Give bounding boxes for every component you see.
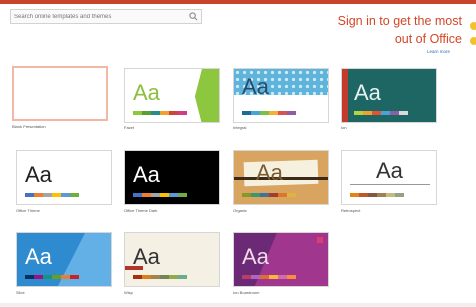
color-swatches [25,275,79,279]
thumbnail-text: Aa [133,244,160,269]
template-caption: Ion [341,125,347,130]
sign-in-line-2[interactable]: out of Office [302,30,462,48]
color-swatches [133,193,187,197]
template-caption: Blank Presentation [12,124,46,129]
decorative-graphic [468,22,476,48]
color-swatches [133,275,187,279]
template-office-theme-dark[interactable]: Aa [124,150,220,205]
template-caption: Slice [16,290,25,295]
color-swatches [242,275,296,279]
thumbnail-text: Aa [376,158,403,183]
template-blank-presentation[interactable] [12,66,108,121]
template-slice[interactable]: Aa [16,232,112,287]
template-integral[interactable]: Aa [233,68,329,123]
template-caption: Office Theme [16,208,40,213]
color-swatches [133,111,187,115]
color-swatches [242,111,296,115]
thumbnail-text: Aa [25,162,52,187]
template-caption: Integral [233,125,247,130]
template-retrospect[interactable]: Aa [341,150,437,205]
template-search-box[interactable] [10,9,202,24]
color-swatches [350,193,404,197]
thumbnail-text: Aa [256,160,283,185]
template-ion-boardroom[interactable]: Aa [233,232,329,287]
color-swatches [354,111,408,115]
template-wisp[interactable]: Aa [124,232,220,287]
template-office-theme[interactable]: Aa [16,150,112,205]
top-accent-bar [0,0,476,4]
search-input[interactable] [14,11,186,22]
template-caption: Facet [124,125,135,130]
color-swatches [242,193,296,197]
template-organic[interactable]: Aa [233,150,329,205]
template-caption: Ion Boardroom [233,290,260,295]
color-swatches [25,193,79,197]
thumbnail-text: Aa [354,80,381,105]
template-ion[interactable]: Aa [341,68,437,123]
learn-more-link[interactable]: Learn more [427,49,450,54]
sign-in-line-1[interactable]: Sign in to get the most [302,12,462,30]
search-icon[interactable] [189,12,198,21]
template-caption: Retrospect [341,208,361,213]
template-facet[interactable]: Aa [124,68,220,123]
sign-in-prompt[interactable]: Sign in to get the most out of Office [302,12,462,48]
thumbnail-text: Aa [25,244,52,269]
template-caption: Organic [233,208,248,213]
thumbnail-text: Aa [133,80,160,105]
thumbnail-text: Aa [242,74,269,99]
thumbnail-text: Aa [242,244,269,269]
bottom-edge [0,303,476,307]
template-caption: Office Theme Dark [124,208,158,213]
thumbnail-text: Aa [133,162,160,187]
template-caption: Wisp [124,290,133,295]
